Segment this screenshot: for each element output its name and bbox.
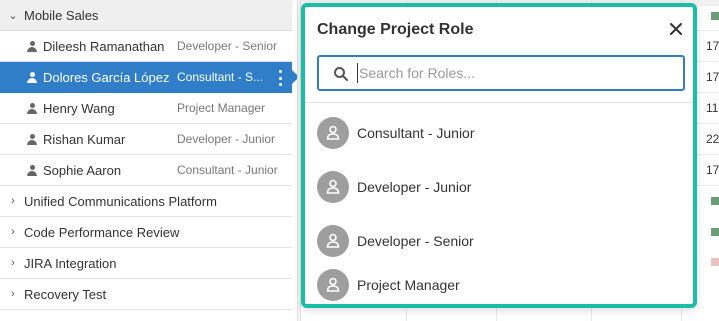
chevron-right-icon[interactable]: › xyxy=(8,226,18,238)
role-label: Consultant - Junior xyxy=(357,125,475,141)
popup-divider xyxy=(305,102,693,103)
person-role: Developer - Junior xyxy=(177,132,276,146)
role-label: Developer - Senior xyxy=(357,233,474,249)
person-avatar-icon xyxy=(317,171,349,203)
popup-title: Change Project Role xyxy=(317,21,474,38)
person-icon xyxy=(27,71,37,83)
gantt-cell-value: 11 xyxy=(706,101,719,115)
person-name: Sophie Aaron xyxy=(43,162,122,178)
search-icon xyxy=(333,66,349,82)
person-avatar-icon xyxy=(317,225,349,257)
group-name: Recovery Test xyxy=(24,286,107,302)
person-icon xyxy=(27,133,37,145)
gantt-cell-value: 17 xyxy=(706,70,719,84)
role-option[interactable]: Consultant - Junior xyxy=(305,106,693,160)
gantt-bar[interactable] xyxy=(711,12,719,20)
chevron-right-icon[interactable]: › xyxy=(8,288,18,300)
more-vertical-icon[interactable] xyxy=(278,70,282,86)
person-avatar-icon xyxy=(317,269,349,301)
person-icon xyxy=(27,40,37,52)
gantt-cell-value: 17 xyxy=(706,163,719,177)
chevron-right-icon[interactable]: › xyxy=(8,195,18,207)
person-name: Henry Wang xyxy=(43,100,115,116)
person-role: Project Manager xyxy=(177,101,266,115)
group-name: JIRA Integration xyxy=(24,255,117,271)
gantt-bar[interactable] xyxy=(711,228,719,236)
group-row[interactable]: › JIRA Integration xyxy=(0,248,292,279)
group-name: Mobile Sales xyxy=(24,7,99,23)
person-icon xyxy=(27,164,37,176)
gantt-bar[interactable] xyxy=(711,258,719,266)
search-input[interactable] xyxy=(357,63,677,83)
person-name: Rishan Kumar xyxy=(43,131,126,147)
close-icon[interactable] xyxy=(667,20,685,38)
role-label: Developer - Junior xyxy=(357,179,472,195)
role-option[interactable]: Project Manager xyxy=(305,255,693,305)
gantt-cell-value: 17 xyxy=(706,39,719,53)
person-avatar-icon xyxy=(317,117,349,149)
group-row[interactable]: › Recovery Test xyxy=(0,279,292,310)
person-row[interactable]: Rishan Kumar Developer - Junior xyxy=(0,124,292,155)
role-option[interactable]: Developer - Junior xyxy=(305,160,693,214)
person-row-selected[interactable]: Dolores García López Consultant - S... xyxy=(0,62,292,93)
person-row[interactable]: Dileesh Ramanathan Developer - Senior xyxy=(0,31,292,62)
person-icon xyxy=(27,102,37,114)
group-name: Unified Communications Platform xyxy=(24,193,217,209)
group-row[interactable]: › Unified Communications Platform xyxy=(0,186,292,217)
person-role: Consultant - Junior xyxy=(177,163,278,177)
change-role-popup: Change Project Role Consultant - Junior xyxy=(301,3,697,308)
person-role: Consultant - S... xyxy=(177,70,264,84)
chevron-down-icon[interactable]: ⌄ xyxy=(8,9,18,22)
group-name: Code Performance Review xyxy=(24,224,180,240)
person-role: Developer - Senior xyxy=(177,39,278,53)
person-name: Dileesh Ramanathan xyxy=(43,38,165,54)
resource-tree: ⌄ Mobile Sales Dileesh Ramanathan Develo… xyxy=(0,0,292,321)
role-label: Project Manager xyxy=(357,277,460,293)
person-name: Dolores García López xyxy=(43,69,170,85)
person-row[interactable]: Sophie Aaron Consultant - Junior xyxy=(0,155,292,186)
gantt-bar[interactable] xyxy=(711,197,719,205)
chevron-right-icon[interactable]: › xyxy=(8,257,18,269)
person-row[interactable]: Henry Wang Project Manager xyxy=(0,93,292,124)
gantt-cell-value: 22 xyxy=(706,132,719,146)
group-row-mobile-sales[interactable]: ⌄ Mobile Sales xyxy=(0,0,292,31)
search-field[interactable] xyxy=(317,55,685,91)
group-row[interactable]: › Code Performance Review xyxy=(0,217,292,248)
